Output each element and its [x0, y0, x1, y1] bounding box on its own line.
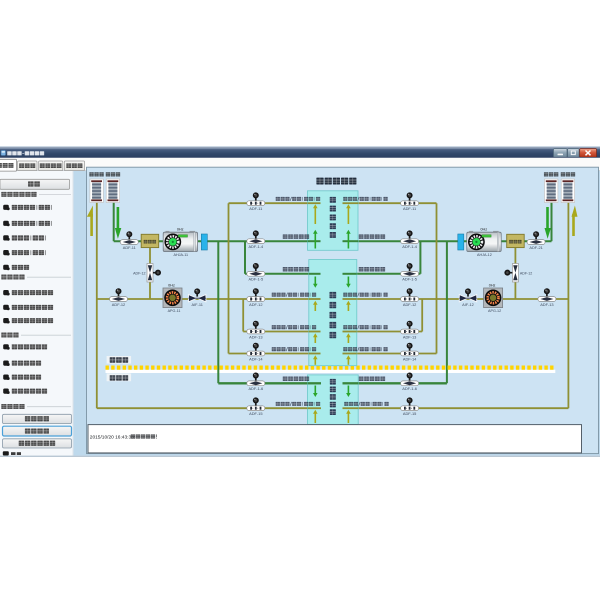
svg-text:AHJA-12: AHJA-12	[477, 253, 492, 257]
svg-text:ADF-13: ADF-13	[540, 302, 553, 307]
svg-text:AHJA-11: AHJA-11	[174, 253, 188, 257]
svg-text:AIF-12: AIF-12	[462, 302, 474, 307]
svg-text:APG-11: APG-11	[168, 309, 181, 313]
svg-text:0Hz: 0Hz	[489, 283, 496, 287]
svg-text:0Hz: 0Hz	[177, 228, 184, 232]
svg-text:ADF-15: ADF-15	[249, 411, 262, 416]
svg-text:ADF-1-4: ADF-1-4	[402, 244, 418, 249]
svg-text:ADF-11: ADF-11	[403, 206, 416, 211]
svg-text:ADF-13: ADF-13	[249, 334, 262, 339]
svg-text:ADF-12: ADF-12	[520, 271, 532, 275]
svg-text:ADF-1-6: ADF-1-6	[402, 386, 417, 391]
svg-text:ADF-1-4: ADF-1-4	[248, 244, 264, 249]
svg-text:ADF-15: ADF-15	[403, 411, 416, 416]
svg-text:ADF-21: ADF-21	[529, 245, 542, 250]
svg-text:ADF-11: ADF-11	[249, 206, 262, 211]
svg-text:ADF-1-6: ADF-1-6	[248, 386, 263, 391]
svg-text:ADF-12: ADF-12	[112, 302, 125, 307]
svg-text:0Hz: 0Hz	[480, 228, 487, 232]
svg-text:ADF-12: ADF-12	[133, 271, 145, 275]
svg-text:ADF-12: ADF-12	[249, 302, 262, 307]
svg-text:ADF-1-5: ADF-1-5	[248, 277, 263, 282]
svg-text:ADF-14: ADF-14	[403, 356, 417, 361]
svg-text:ADF-1-5: ADF-1-5	[402, 277, 417, 282]
svg-text:2015/10/20 16:43:33:: 2015/10/20 16:43:33:	[90, 434, 135, 440]
svg-text:APG-12: APG-12	[488, 309, 501, 313]
svg-text:AIF-11: AIF-11	[192, 302, 203, 307]
svg-text:0Hz: 0Hz	[168, 283, 175, 287]
svg-text:ADF-12: ADF-12	[403, 302, 416, 307]
svg-text:ADF-11: ADF-11	[123, 245, 136, 250]
svg-text:ADF-14: ADF-14	[249, 356, 263, 361]
svg-text:ADF-13: ADF-13	[403, 334, 416, 339]
